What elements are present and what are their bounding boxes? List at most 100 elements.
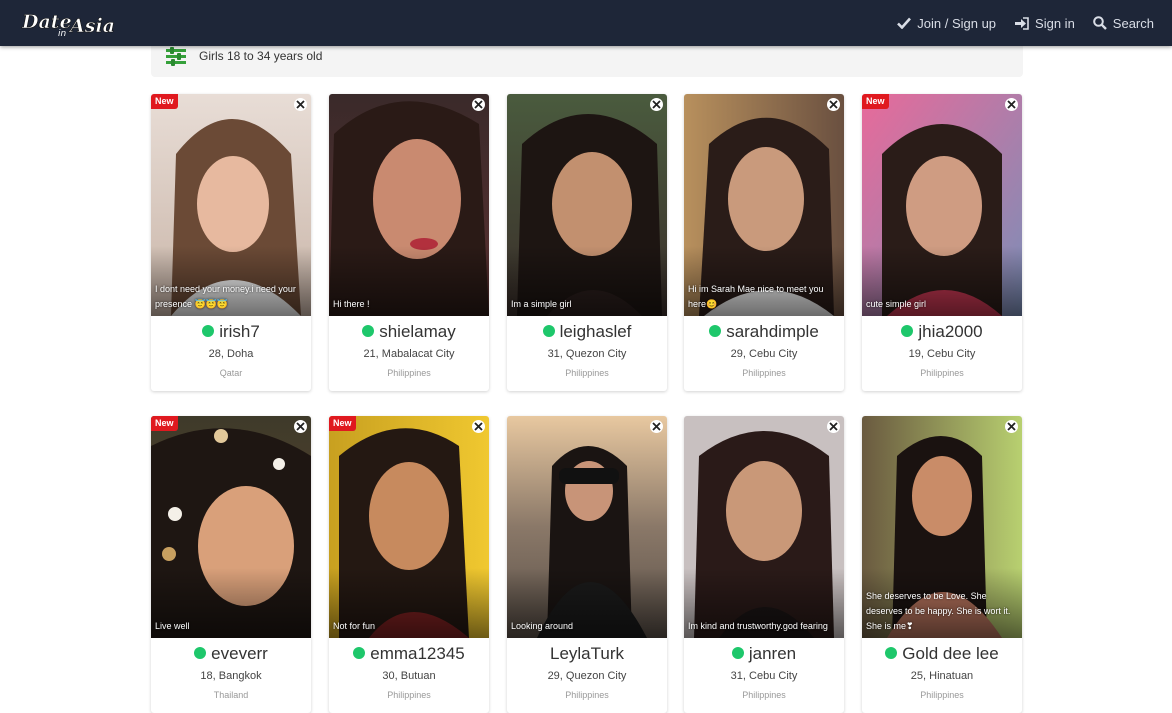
profile-age-city: 30, Butuan: [382, 670, 436, 682]
profile-caption: She deserves to be Love. She deserves to…: [866, 591, 1011, 631]
close-icon[interactable]: [472, 98, 485, 111]
profile-name-row[interactable]: irish7: [151, 322, 311, 342]
profile-name-row[interactable]: LeylaTurk: [507, 644, 667, 664]
profile-username[interactable]: irish7: [219, 322, 260, 341]
profile-card[interactable]: Looking around LeylaTurk 29, Quezon City…: [507, 416, 667, 713]
profile-username[interactable]: emma12345: [370, 644, 465, 663]
profile-age-city: 18, Bangkok: [200, 670, 262, 682]
search-label: Search: [1112, 15, 1154, 31]
new-badge: New: [151, 416, 178, 431]
profile-name-row[interactable]: eveverr: [151, 644, 311, 664]
profile-photo[interactable]: Live well: [151, 416, 311, 638]
sign-in-link[interactable]: Sign in: [1014, 16, 1075, 31]
profile-photo[interactable]: I dont need your money.i need your prese…: [151, 94, 311, 316]
close-icon[interactable]: [294, 98, 307, 111]
online-status-icon: [194, 647, 207, 659]
profile-age-city: 29, Cebu City: [730, 348, 798, 360]
search-icon: [1092, 16, 1107, 30]
sign-in-icon: [1015, 16, 1029, 30]
profile-name-row[interactable]: shielamay: [329, 322, 489, 342]
profile-name-row[interactable]: emma12345: [329, 644, 489, 664]
profile-photo[interactable]: Hi there !: [329, 94, 489, 316]
profile-username[interactable]: sarahdimple: [726, 322, 819, 341]
online-status-icon: [901, 325, 914, 337]
check-icon: [897, 17, 912, 29]
profile-name-row[interactable]: sarahdimple: [684, 322, 844, 342]
profile-caption: Live well: [155, 621, 190, 631]
profile-photo[interactable]: Not for fun: [329, 416, 489, 638]
profile-username[interactable]: eveverr: [211, 644, 268, 663]
svg-text:Asia: Asia: [68, 15, 115, 37]
profile-card[interactable]: She deserves to be Love. She deserves to…: [862, 416, 1022, 713]
profile-photo[interactable]: Im a simple girl: [507, 94, 667, 316]
profile-photo[interactable]: Looking around: [507, 416, 667, 638]
online-status-icon: [709, 325, 722, 337]
profile-caption: Im a simple girl: [511, 299, 572, 309]
header-nav: Join / Sign up Sign in Search: [897, 0, 1172, 46]
profile-photo[interactable]: cute simple girl: [862, 94, 1022, 316]
online-status-icon: [202, 325, 215, 337]
profile-country: Philippines: [920, 690, 964, 700]
profile-card[interactable]: Hi im Sarah Mae nice to meet you here😊 s…: [684, 94, 844, 391]
close-icon[interactable]: [650, 98, 663, 111]
profile-card[interactable]: Hi there ! shielamay 21, Mabalacat City …: [329, 94, 489, 391]
profile-country: Philippines: [742, 690, 786, 700]
search-link[interactable]: Search: [1092, 15, 1154, 31]
profile-photo[interactable]: Hi im Sarah Mae nice to meet you here😊: [684, 94, 844, 316]
top-navigation-bar: Date in Asia Join / Sign up Sign in Sear…: [0, 0, 1172, 46]
profile-country: Qatar: [219, 368, 243, 378]
site-logo[interactable]: Date in Asia: [20, 6, 116, 40]
profile-age-city: 28, Doha: [208, 348, 254, 360]
profile-username[interactable]: leighaslef: [560, 322, 632, 341]
profile-photo[interactable]: Im kind and trustworthy.god fearing: [684, 416, 844, 638]
profile-country: Philippines: [565, 368, 609, 378]
close-icon[interactable]: [827, 420, 840, 433]
profile-name-row[interactable]: jhia2000: [862, 322, 1022, 342]
online-status-icon: [362, 325, 375, 337]
profile-age-city: 21, Mabalacat City: [363, 348, 455, 360]
profile-caption: I dont need your money.i need your prese…: [155, 284, 296, 309]
close-icon[interactable]: [1005, 98, 1018, 111]
sliders-icon: [165, 45, 187, 72]
close-icon[interactable]: [650, 420, 663, 433]
profile-name-row[interactable]: janren: [684, 644, 844, 664]
profile-name-row[interactable]: leighaslef: [507, 322, 667, 342]
profile-caption: Not for fun: [333, 621, 376, 631]
profile-username[interactable]: Gold dee lee: [902, 644, 998, 663]
close-icon[interactable]: [827, 98, 840, 111]
sign-in-label: Sign in: [1035, 15, 1075, 31]
profile-card[interactable]: Live well New eveverr 18, Bangkok Thaila…: [151, 416, 311, 713]
profile-card[interactable]: I dont need your money.i need your prese…: [151, 94, 311, 391]
profile-caption: Hi there !: [333, 299, 370, 309]
new-badge: New: [151, 94, 178, 109]
profile-username[interactable]: jhia2000: [918, 322, 982, 341]
profile-username[interactable]: janren: [749, 644, 796, 663]
profile-age-city: 29, Quezon City: [547, 670, 627, 682]
online-status-icon: [542, 325, 555, 337]
join-signup-label: Join / Sign up: [917, 15, 997, 31]
profile-photo[interactable]: She deserves to be Love. She deserves to…: [862, 416, 1022, 638]
profile-card[interactable]: cute simple girl New jhia2000 19, Cebu C…: [862, 94, 1022, 391]
profile-age-city: 19, Cebu City: [908, 348, 976, 360]
profile-username[interactable]: LeylaTurk: [550, 644, 624, 663]
profile-caption: Looking around: [511, 621, 574, 631]
new-badge: New: [329, 416, 356, 431]
profile-card[interactable]: Im a simple girl leighaslef 31, Quezon C…: [507, 94, 667, 391]
profile-country: Philippines: [920, 368, 964, 378]
profile-age-city: 25, Hinatuan: [910, 670, 974, 682]
profile-username[interactable]: shielamay: [379, 322, 456, 341]
profile-card[interactable]: Not for fun New emma12345 30, Butuan Phi…: [329, 416, 489, 713]
join-signup-link[interactable]: Join / Sign up: [897, 16, 996, 31]
profile-caption: Hi im Sarah Mae nice to meet you here😊: [688, 284, 824, 309]
online-status-icon: [353, 647, 366, 659]
profile-card[interactable]: Im kind and trustworthy.god fearing janr…: [684, 416, 844, 713]
svg-text:in: in: [58, 29, 67, 39]
profile-caption: cute simple girl: [866, 299, 927, 309]
profile-name-row[interactable]: Gold dee lee: [862, 644, 1022, 664]
online-status-icon: [885, 647, 898, 659]
profile-country: Philippines: [387, 368, 431, 378]
profile-country: Philippines: [387, 690, 431, 700]
close-icon[interactable]: [1005, 420, 1018, 433]
close-icon[interactable]: [294, 420, 307, 433]
close-icon[interactable]: [472, 420, 485, 433]
